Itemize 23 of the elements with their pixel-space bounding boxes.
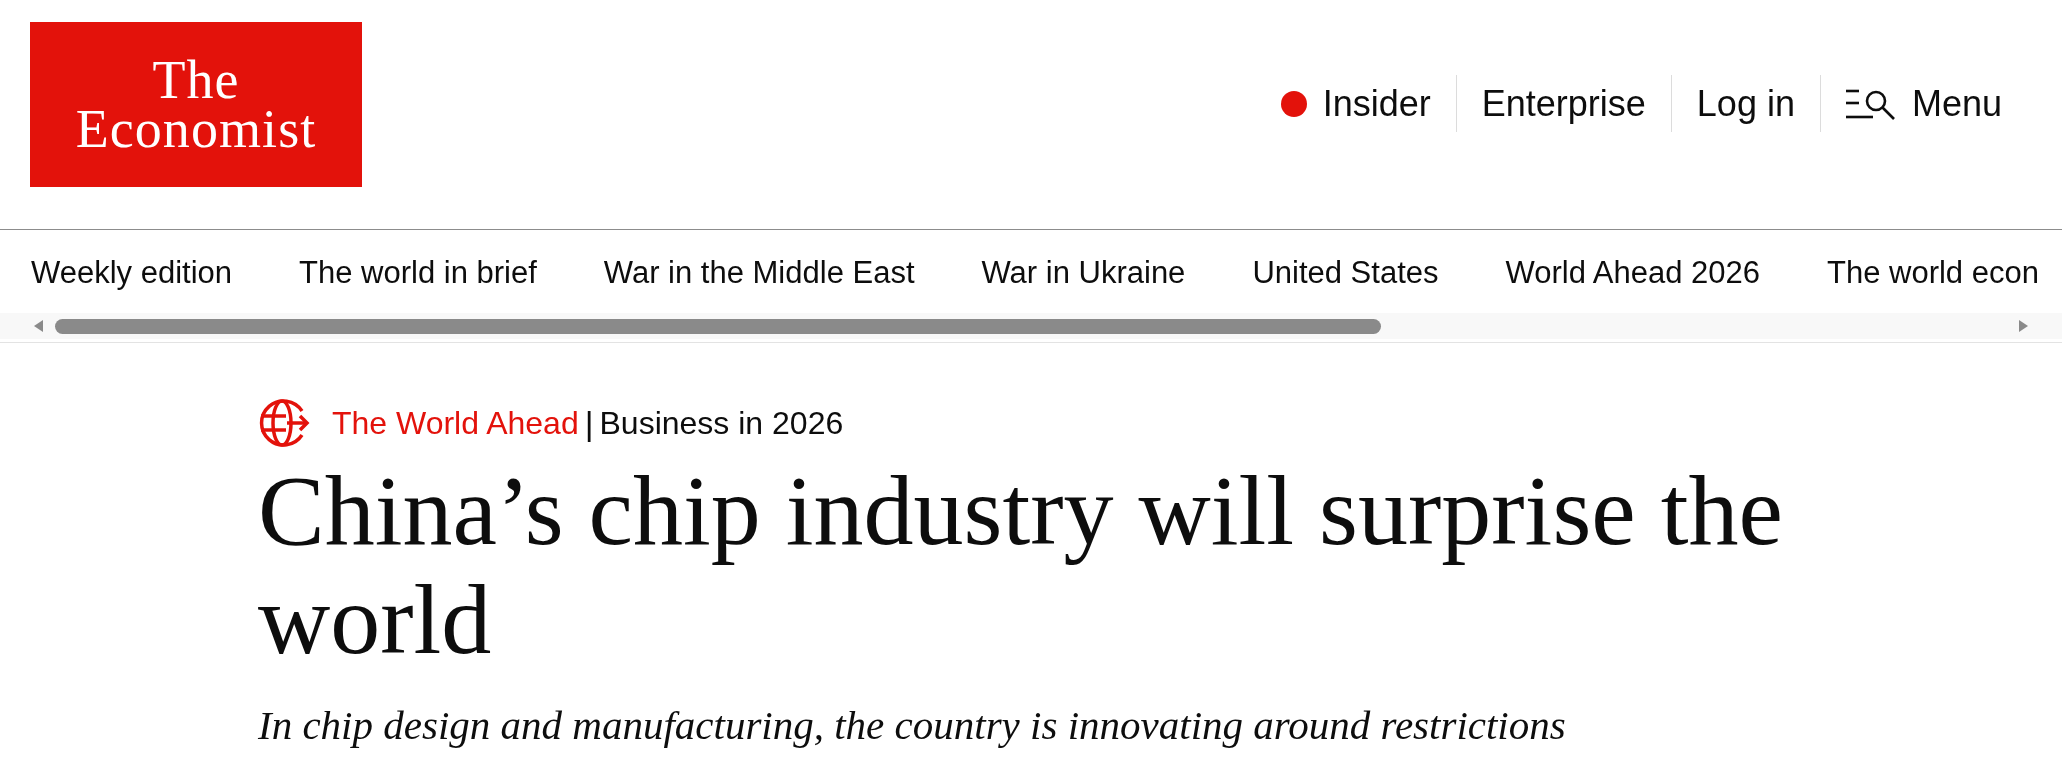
nav-tab[interactable]: United States: [1252, 255, 1439, 296]
insider-link[interactable]: Insider: [1255, 75, 1456, 132]
scrollbar-thumb[interactable]: [55, 318, 1381, 334]
menu-search-icon: [1845, 87, 1896, 120]
header-link[interactable]: Log in: [1671, 75, 1820, 132]
nav-tab[interactable]: War in the Middle East: [603, 255, 915, 296]
logo[interactable]: The Economist: [30, 22, 362, 187]
menu-button[interactable]: Menu: [1820, 75, 2027, 132]
nav-tab[interactable]: Weekly edition: [31, 255, 233, 296]
nav-tab[interactable]: The world econ: [1827, 255, 2039, 296]
topic-link[interactable]: Business in 2026: [599, 407, 844, 439]
horizontal-scrollbar[interactable]: [0, 313, 2062, 339]
nav-tab[interactable]: The world in brief: [299, 255, 537, 296]
scroll-right-icon[interactable]: [2019, 320, 2028, 332]
nav-tab[interactable]: World Ahead 2026: [1505, 255, 1760, 296]
header-link[interactable]: Enterprise: [1456, 75, 1671, 132]
separator: |: [584, 406, 594, 440]
standfirst: In chip design and manufacturing, the country is innovating around restrictions: [258, 702, 1566, 748]
nav-tab[interactable]: War in Ukraine: [981, 255, 1186, 296]
headline: China’s chip industry will surprise the world: [258, 456, 1784, 674]
globe-arrow-icon: [258, 397, 310, 449]
section-link[interactable]: The World Ahead: [332, 407, 579, 439]
scroll-left-icon[interactable]: [34, 320, 43, 332]
